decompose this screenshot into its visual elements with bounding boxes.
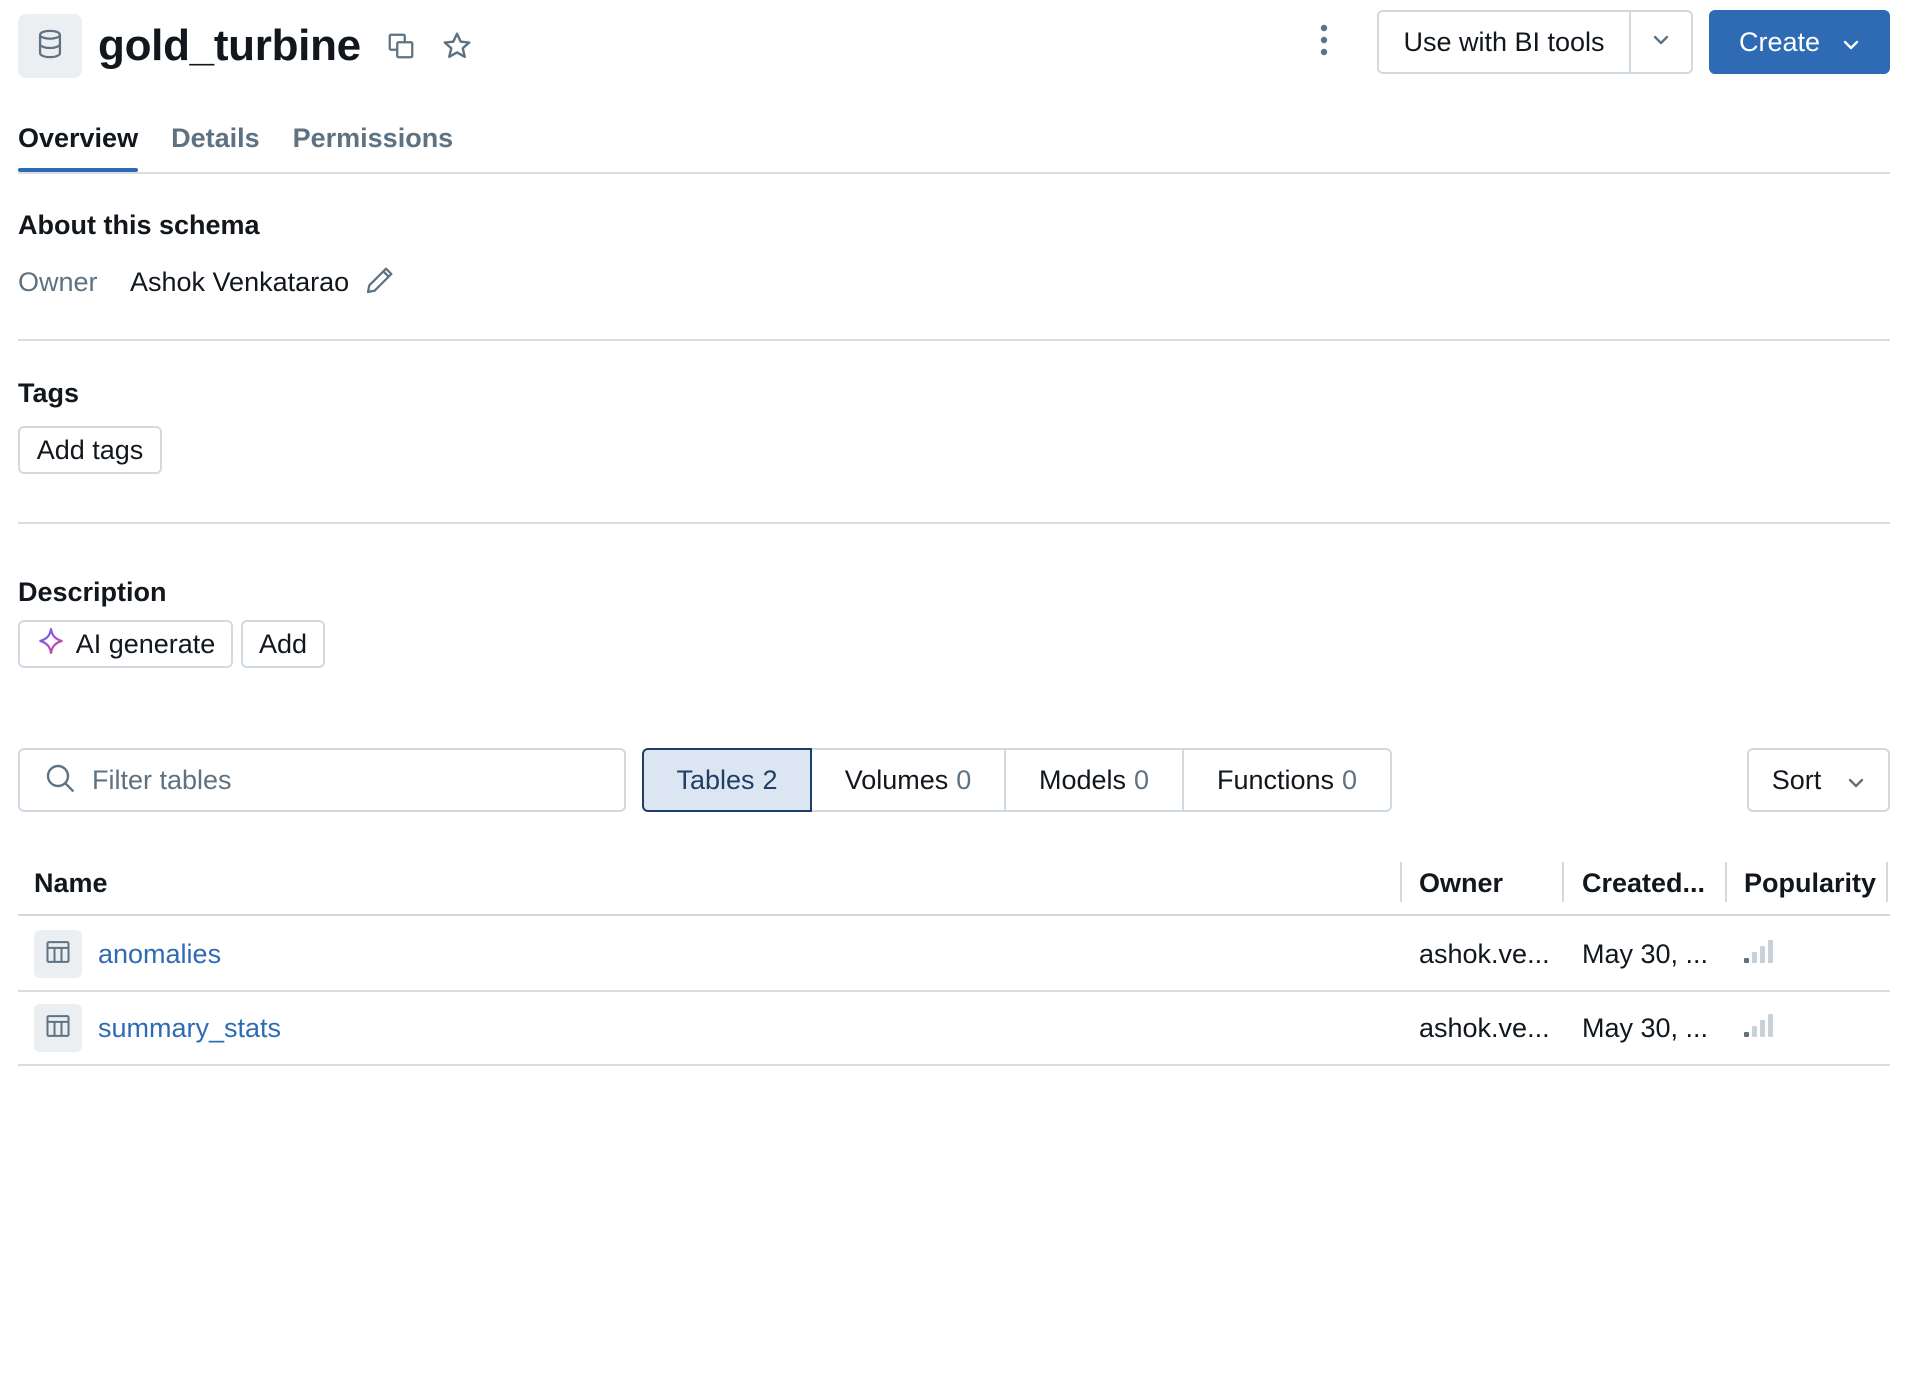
column-resize-handle[interactable] — [1886, 862, 1888, 902]
table-icon-container — [34, 1004, 82, 1052]
table-name-link[interactable]: anomalies — [98, 918, 221, 990]
column-header-owner[interactable]: Owner — [1419, 852, 1503, 914]
table-row[interactable]: summary_stats ashok.ve... May 30, ... — [18, 992, 1890, 1066]
edit-owner-button[interactable] — [360, 262, 400, 302]
table-owner-cell: ashok.ve... — [1419, 938, 1550, 969]
tab-permissions[interactable]: Permissions — [293, 118, 454, 172]
create-button[interactable]: Create — [1709, 10, 1890, 74]
table-owner-cell: ashok.ve... — [1419, 1012, 1550, 1043]
favorite-button[interactable] — [437, 28, 477, 68]
description-heading: Description — [18, 577, 167, 607]
chevron-down-icon — [1842, 27, 1860, 58]
search-icon — [44, 762, 76, 799]
sort-dropdown[interactable]: Sort — [1747, 748, 1890, 812]
sort-label: Sort — [1771, 764, 1822, 795]
column-header-created[interactable]: Created... — [1582, 852, 1705, 914]
tab-overview[interactable]: Overview — [18, 118, 139, 172]
segment-count: 0 — [1134, 764, 1150, 795]
table-icon — [44, 1012, 72, 1045]
column-header-popularity[interactable]: Popularity — [1744, 852, 1876, 914]
section-divider — [18, 522, 1890, 524]
sparkle-icon — [36, 626, 66, 663]
tab-bar: Overview Details Permissions — [18, 118, 486, 172]
chevron-down-icon — [1847, 765, 1865, 796]
tags-heading: Tags — [18, 378, 80, 408]
table-name-link[interactable]: summary_stats — [98, 992, 281, 1064]
bi-tools-button-group: Use with BI tools — [1377, 10, 1693, 74]
object-type-segmented-control: Tables 2 Volumes 0 Models 0 Functions 0 — [642, 748, 1392, 812]
filter-tables-input[interactable]: Filter tables — [18, 748, 626, 812]
page-title: gold_turbine — [98, 21, 361, 70]
owner-label: Owner — [18, 267, 98, 297]
pencil-icon — [364, 264, 396, 301]
section-divider — [18, 339, 1890, 341]
table-created-cell: May 30, ... — [1582, 938, 1709, 969]
segment-count: 2 — [762, 764, 778, 795]
ai-generate-button[interactable]: AI generate — [18, 620, 233, 668]
more-options-button[interactable] — [1304, 20, 1344, 64]
kebab-menu-icon — [1318, 23, 1330, 62]
table-header: Name Owner Created... Popularity — [18, 852, 1890, 916]
segment-tables[interactable]: Tables 2 — [642, 748, 812, 812]
table-created-cell: May 30, ... — [1582, 1012, 1709, 1043]
create-button-label: Create — [1738, 26, 1821, 57]
column-header-name[interactable]: Name — [34, 852, 108, 914]
column-resize-handle[interactable] — [1725, 862, 1727, 902]
signal-bars-icon — [1743, 1012, 1775, 1045]
star-icon — [441, 30, 473, 67]
segment-label: Functions — [1216, 764, 1335, 795]
bi-tools-dropdown-button[interactable] — [1631, 12, 1691, 72]
add-tags-button[interactable]: Add tags — [18, 426, 162, 474]
segment-count: 0 — [956, 764, 972, 795]
segment-models[interactable]: Models 0 — [1004, 748, 1184, 812]
segment-volumes[interactable]: Volumes 0 — [810, 748, 1006, 812]
column-resize-handle[interactable] — [1400, 862, 1402, 902]
copy-button[interactable] — [381, 28, 421, 68]
database-icon — [33, 27, 67, 66]
popularity-cell — [1743, 918, 1775, 990]
use-with-bi-tools-button[interactable]: Use with BI tools — [1379, 12, 1631, 72]
schema-icon-container — [18, 14, 82, 78]
segment-label: Tables — [676, 764, 755, 795]
table-icon — [44, 938, 72, 971]
copy-icon — [386, 31, 416, 66]
filter-placeholder: Filter tables — [92, 764, 232, 795]
segment-functions[interactable]: Functions 0 — [1182, 748, 1392, 812]
ai-generate-label: AI generate — [75, 628, 216, 659]
column-resize-handle[interactable] — [1562, 862, 1564, 902]
segment-label: Volumes — [844, 764, 949, 795]
chevron-down-icon — [1652, 33, 1670, 51]
table-row[interactable]: anomalies ashok.ve... May 30, ... — [18, 918, 1890, 992]
segment-label: Models — [1038, 764, 1126, 795]
owner-value: Ashok Venkatarao — [130, 267, 350, 297]
add-description-button[interactable]: Add — [241, 620, 325, 668]
table-icon-container — [34, 930, 82, 978]
tab-details[interactable]: Details — [171, 118, 260, 172]
popularity-cell — [1743, 992, 1775, 1064]
segment-count: 0 — [1342, 764, 1358, 795]
about-heading: About this schema — [18, 210, 260, 240]
tab-divider — [18, 172, 1890, 174]
signal-bars-icon — [1743, 938, 1775, 971]
